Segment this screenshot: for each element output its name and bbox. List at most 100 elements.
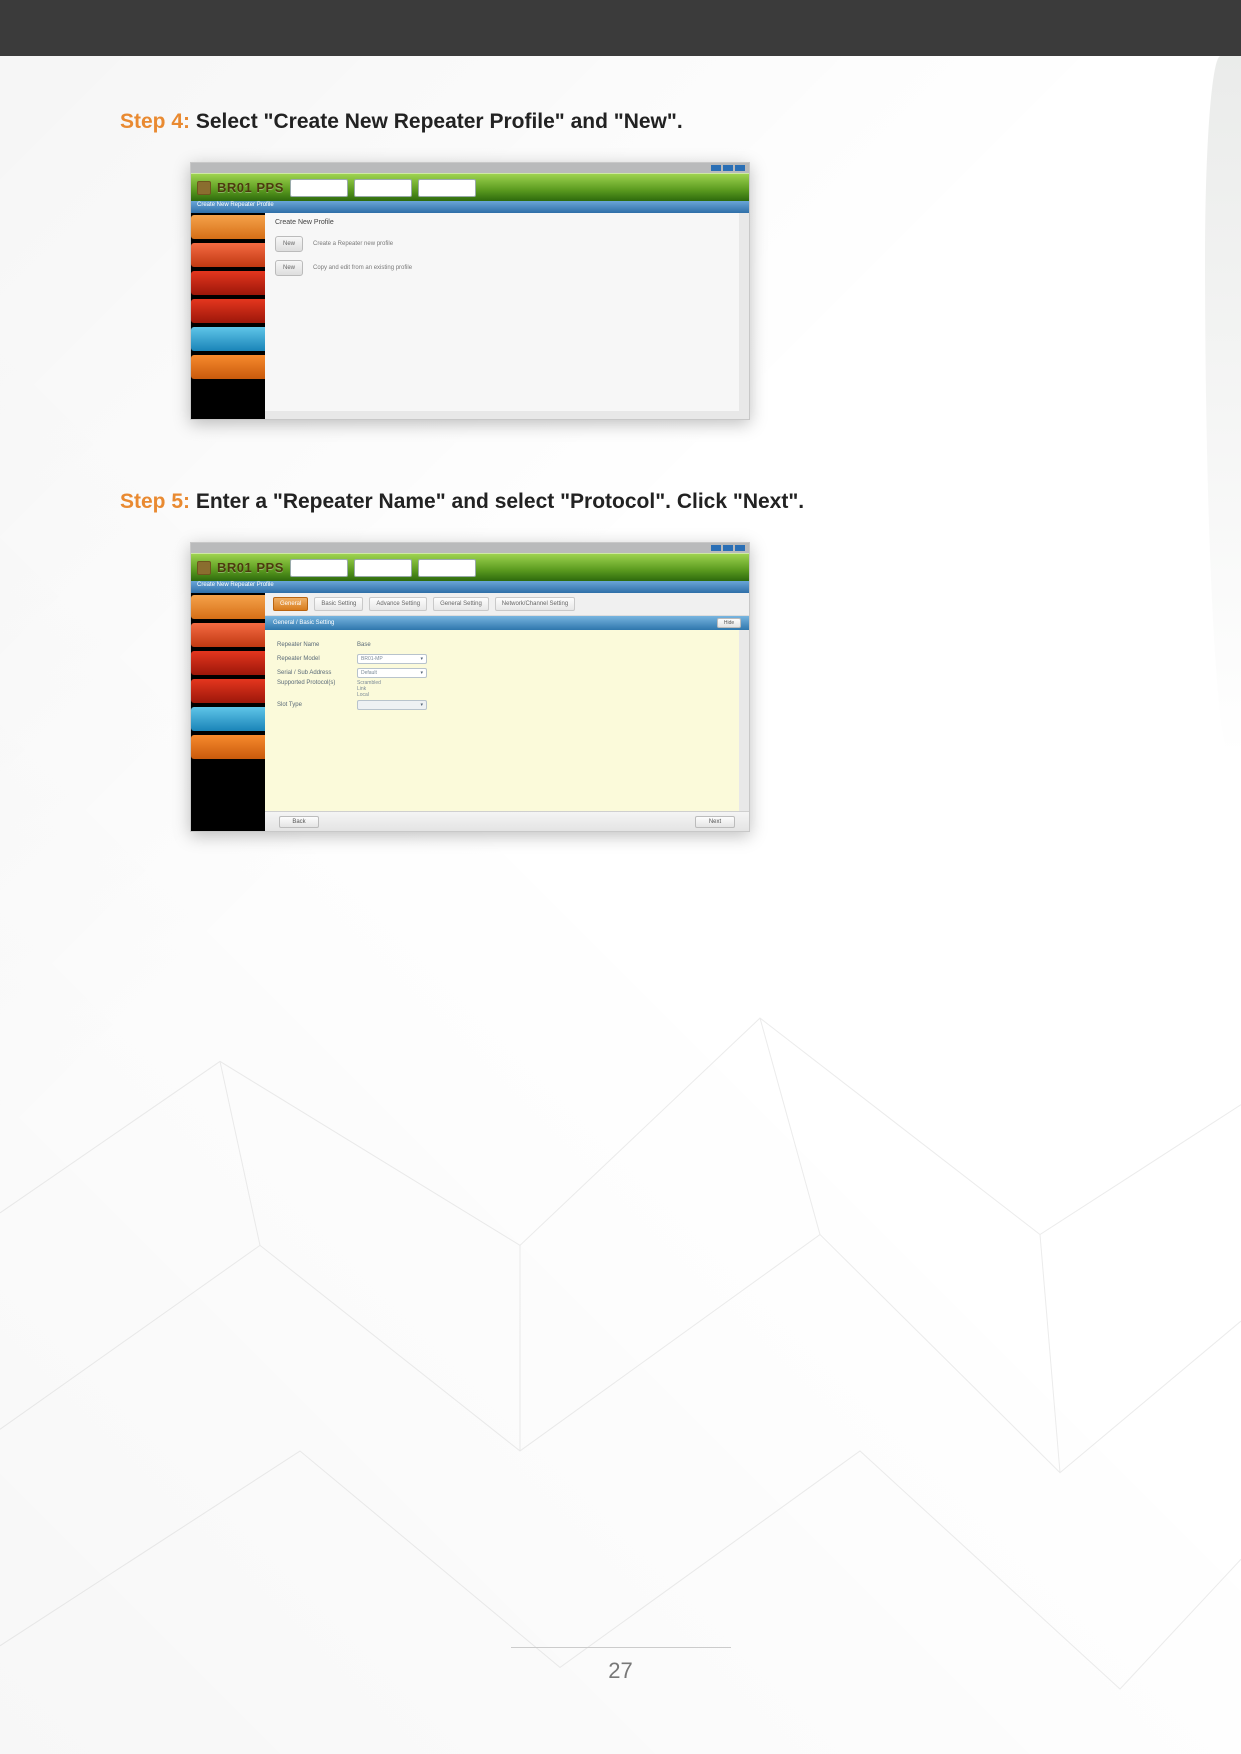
window-chrome	[191, 163, 749, 173]
repeater-model-value: BR01-MP	[361, 656, 383, 662]
page-number: 27	[0, 1647, 1241, 1684]
option-row-2: New Copy and edit from an existing profi…	[265, 256, 749, 280]
row-serial: Serial / Sub Address Default ▾	[277, 666, 737, 680]
right-accent	[1205, 56, 1241, 758]
toolbar-field-1[interactable]	[290, 559, 348, 577]
repeater-name-label: Repeater Name	[277, 642, 357, 648]
next-button[interactable]: Next	[695, 816, 735, 828]
sidebar-item[interactable]	[191, 651, 265, 675]
section-ribbon: Create New Repeater Profile	[191, 581, 749, 593]
new-button[interactable]: New	[275, 260, 303, 276]
window-min-icon[interactable]	[711, 165, 721, 171]
top-header-bar	[0, 0, 1241, 56]
page-number-value: 27	[608, 1658, 632, 1683]
step4-line: Step 4: Select "Create New Repeater Prof…	[120, 110, 1121, 134]
toolbar-field-3[interactable]	[418, 179, 476, 197]
app-logo-icon	[197, 181, 211, 195]
option-row-1: New Create a Repeater new profile	[265, 232, 749, 256]
form-pane: Repeater Name Base Repeater Model BR01-M…	[265, 630, 749, 811]
repeater-model-select[interactable]: BR01-MP ▾	[357, 654, 427, 664]
option-2-desc: Copy and edit from an existing profile	[313, 265, 412, 271]
screenshot-step5: BR01 PPS Create New Repeater Profile	[190, 542, 750, 832]
app-body: Create New Profile New Create a Repeater…	[191, 213, 749, 419]
main-panel: Create New Profile New Create a Repeater…	[265, 213, 749, 419]
sidebar-item[interactable]	[191, 735, 265, 759]
new-button[interactable]: New	[275, 236, 303, 252]
sidebar-item[interactable]	[191, 299, 265, 323]
row-slot-type: Slot Type ▾	[277, 698, 737, 712]
protocol-options: Scrambled Link Local	[357, 680, 381, 698]
main-panel: General Basic Setting Advance Setting Ge…	[265, 593, 749, 831]
protocol-label: Supported Protocol(s)	[277, 680, 357, 686]
left-nav	[191, 213, 265, 419]
back-button[interactable]: Back	[279, 816, 319, 828]
section-ribbon-label: Create New Repeater Profile	[191, 201, 749, 209]
step4-text: Select "Create New Repeater Profile" and…	[190, 110, 683, 133]
sidebar-empty	[191, 383, 265, 417]
step5-label: Step 5:	[120, 490, 190, 513]
chevron-down-icon: ▾	[420, 702, 423, 708]
sidebar-item[interactable]	[191, 623, 265, 647]
scrollbar-horizontal[interactable]	[265, 411, 749, 419]
sidebar-item[interactable]	[191, 355, 265, 379]
sidebar-item[interactable]	[191, 327, 265, 351]
slot-type-select[interactable]: ▾	[357, 700, 427, 710]
sidebar-item[interactable]	[191, 215, 265, 239]
step5-text: Enter a "Repeater Name" and select "Prot…	[190, 490, 804, 513]
tab-strip: General Basic Setting Advance Setting Ge…	[265, 593, 749, 616]
sidebar-item[interactable]	[191, 595, 265, 619]
scrollbar-vertical[interactable]	[739, 213, 749, 419]
row-repeater-model: Repeater Model BR01-MP ▾	[277, 652, 737, 666]
left-nav	[191, 593, 265, 831]
sidebar-item[interactable]	[191, 243, 265, 267]
chevron-down-icon: ▾	[420, 670, 423, 676]
tab-basic-setting[interactable]: Basic Setting	[314, 597, 363, 611]
chevron-down-icon: ▾	[420, 656, 423, 662]
panel-heading: Create New Profile	[265, 213, 749, 232]
window-close-icon[interactable]	[735, 165, 745, 171]
tab-general[interactable]: General	[273, 597, 308, 611]
tab-advance-setting[interactable]: Advance Setting	[369, 597, 427, 611]
tab-general-setting[interactable]: General Setting	[433, 597, 489, 611]
window-min-icon[interactable]	[711, 545, 721, 551]
window-max-icon[interactable]	[723, 545, 733, 551]
step5-line: Step 5: Enter a "Repeater Name" and sele…	[120, 490, 1121, 514]
serial-value: Default	[361, 670, 377, 676]
app-logo-text: BR01 PPS	[217, 180, 284, 195]
toolbar-field-2[interactable]	[354, 179, 412, 197]
serial-select[interactable]: Default ▾	[357, 668, 427, 678]
option-1-desc: Create a Repeater new profile	[313, 241, 393, 247]
protocol-option[interactable]: Local	[357, 692, 381, 698]
sidebar-item[interactable]	[191, 679, 265, 703]
app-logo-text: BR01 PPS	[217, 560, 284, 575]
step4-label: Step 4:	[120, 110, 190, 133]
content: Step 4: Select "Create New Repeater Prof…	[120, 110, 1121, 1634]
app-logo-icon	[197, 561, 211, 575]
toolbar-field-2[interactable]	[354, 559, 412, 577]
toolbar-field-1[interactable]	[290, 179, 348, 197]
window-chrome	[191, 543, 749, 553]
toolbar-field-3[interactable]	[418, 559, 476, 577]
sidebar-empty	[191, 763, 265, 829]
wizard-footer: Back Next	[265, 811, 749, 831]
form-area: Repeater Name Base Repeater Model BR01-M…	[265, 630, 749, 720]
step5-block: Step 5: Enter a "Repeater Name" and sele…	[120, 490, 1121, 832]
hide-button[interactable]: Hide	[717, 618, 741, 628]
window-close-icon[interactable]	[735, 545, 745, 551]
window-max-icon[interactable]	[723, 165, 733, 171]
section-ribbon-label: Create New Repeater Profile	[191, 581, 749, 589]
slot-type-label: Slot Type	[277, 702, 357, 708]
app-body: General Basic Setting Advance Setting Ge…	[191, 593, 749, 831]
row-repeater-name: Repeater Name Base	[277, 638, 737, 652]
section-ribbon: Create New Repeater Profile	[191, 201, 749, 213]
app-toolbar: BR01 PPS	[191, 553, 749, 581]
section-title: General / Basic Setting	[273, 620, 334, 626]
tab-network-channel[interactable]: Network/Channel Setting	[495, 597, 575, 611]
row-protocol: Supported Protocol(s) Scrambled Link Loc…	[277, 680, 737, 698]
repeater-name-value: Base	[357, 642, 371, 648]
page: Step 4: Select "Create New Repeater Prof…	[0, 0, 1241, 1754]
screenshot-step4: BR01 PPS Create New Repeater Profile	[190, 162, 750, 420]
sidebar-item[interactable]	[191, 271, 265, 295]
scrollbar-vertical[interactable]	[739, 630, 749, 811]
sidebar-item[interactable]	[191, 707, 265, 731]
